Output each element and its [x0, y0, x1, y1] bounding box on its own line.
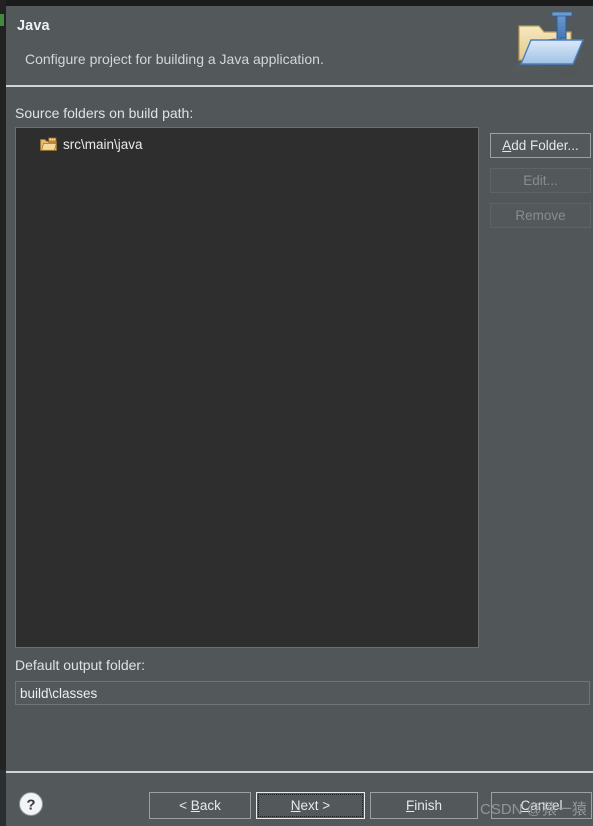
default-output-folder-input[interactable] — [15, 681, 590, 705]
back-button[interactable]: < Back — [149, 792, 251, 819]
java-project-folder-icon — [511, 11, 587, 76]
header-separator — [6, 85, 593, 87]
java-configure-dialog: Java Configure project for building a Ja… — [6, 6, 593, 826]
question-mark-help-icon[interactable]: ? — [18, 791, 44, 817]
back-button-label: < Back — [179, 798, 221, 813]
edit-button-label: Edit... — [523, 173, 558, 188]
screen-root: Java Configure project for building a Ja… — [0, 0, 593, 826]
default-output-folder-label: Default output folder: — [15, 657, 145, 673]
source-folders-tree[interactable]: src\main\java — [15, 127, 479, 648]
desktop-green-artifact — [0, 14, 4, 26]
source-folders-label: Source folders on build path: — [15, 105, 194, 121]
tree-item-src-main-java[interactable]: src\main\java — [16, 133, 478, 155]
next-button-label: Next > — [290, 798, 331, 813]
finish-button-label: Finish — [405, 798, 442, 813]
cancel-button[interactable]: Cancel — [491, 792, 592, 819]
finish-button[interactable]: Finish — [370, 792, 478, 819]
add-folder-button[interactable]: Add Folder... — [490, 133, 591, 158]
dialog-header: Java Configure project for building a Ja… — [6, 6, 593, 85]
edit-button[interactable]: Edit... — [490, 168, 591, 193]
page-title: Java — [17, 18, 50, 34]
cancel-button-label: Cancel — [520, 798, 563, 813]
next-button[interactable]: Next > — [256, 792, 365, 819]
page-description: Configure project for building a Java ap… — [25, 51, 324, 67]
remove-button[interactable]: Remove — [490, 203, 591, 228]
dialog-button-bar: ? < Back Next > Finish Cancel — [6, 773, 593, 826]
svg-text:?: ? — [26, 797, 35, 814]
tree-item-label: src\main\java — [63, 136, 143, 152]
remove-button-label: Remove — [515, 208, 566, 223]
source-folder-icon — [40, 136, 57, 151]
add-folder-button-label: Add Folder... — [502, 138, 579, 153]
